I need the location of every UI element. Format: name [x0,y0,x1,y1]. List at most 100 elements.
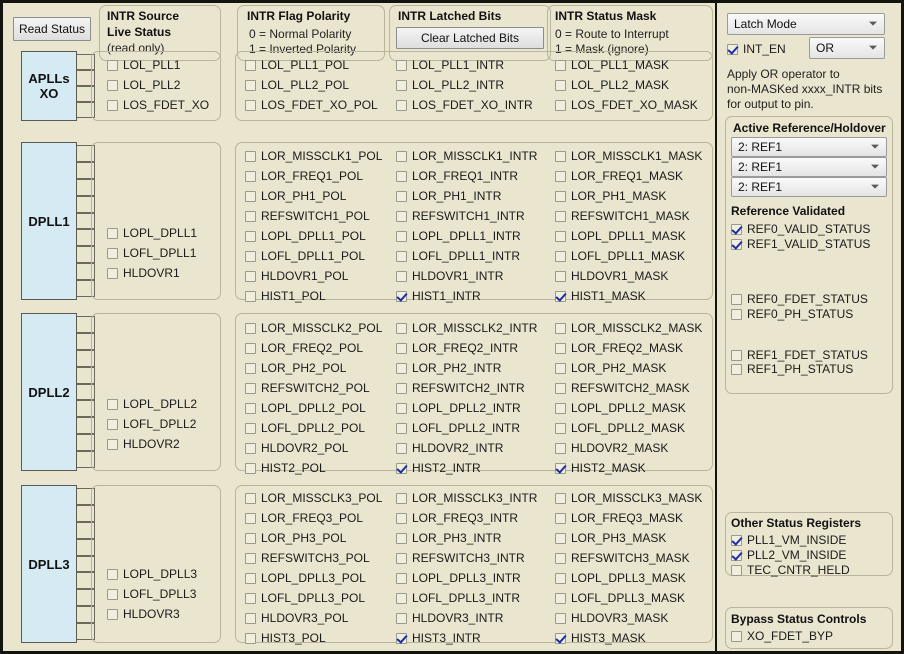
checkbox-mask-hist2-mask[interactable]: HIST2_MASK [555,460,646,476]
checkbox-intr-lol-pll2-intr[interactable]: LOL_PLL2_INTR [396,77,504,93]
checkbox-live-lol-pll2[interactable]: LOL_PLL2 [107,77,180,93]
checkbox-mask-hist1-mask[interactable]: HIST1_MASK [555,288,646,304]
checkbox-intr-hldovr3-intr[interactable]: HLDOVR3_INTR [396,610,503,626]
checkbox-ref1-valid-status[interactable]: REF1_VALID_STATUS [731,236,870,252]
checkbox-pol-lor-ph3-pol[interactable]: LOR_PH3_POL [245,530,346,546]
checkbox-mask-lor-missclk2-mask[interactable]: LOR_MISSCLK2_MASK [555,320,702,336]
checkbox-pol-lor-ph2-pol[interactable]: LOR_PH2_POL [245,360,346,376]
checkbox-pol-lofl-dpll2-pol[interactable]: LOFL_DPLL2_POL [245,420,365,436]
checkbox-mask-lopl-dpll1-mask[interactable]: LOPL_DPLL1_MASK [555,228,686,244]
checkbox-pol-refswitch1-pol[interactable]: REFSWITCH1_POL [245,208,370,224]
checkbox-live-hldovr2[interactable]: HLDOVR2 [107,436,180,452]
checkbox-pol-lopl-dpll2-pol[interactable]: LOPL_DPLL2_POL [245,400,366,416]
checkbox-intr-lor-missclk3-intr[interactable]: LOR_MISSCLK3_INTR [396,490,537,506]
checkbox-mask-lor-freq2-mask[interactable]: LOR_FREQ2_MASK [555,340,683,356]
read-status-button[interactable]: Read Status [13,17,91,41]
checkbox-pol-lor-missclk3-pol[interactable]: LOR_MISSCLK3_POL [245,490,382,506]
checkbox-mask-hldovr1-mask[interactable]: HLDOVR1_MASK [555,268,668,284]
checkbox-intr-hist1-intr[interactable]: HIST1_INTR [396,288,481,304]
checkbox-ref0-fdet-status[interactable]: REF0_FDET_STATUS [731,291,868,307]
checkbox-mask-refswitch2-mask[interactable]: REFSWITCH2_MASK [555,380,690,396]
checkbox-pol-hist2-pol[interactable]: HIST2_POL [245,460,326,476]
checkbox-pll1-vm-inside[interactable]: PLL1_VM_INSIDE [731,532,846,548]
checkbox-pol-lor-freq1-pol[interactable]: LOR_FREQ1_POL [245,168,363,184]
checkbox-intr-lor-ph3-intr[interactable]: LOR_PH3_INTR [396,530,501,546]
int-en-checkbox[interactable]: INT_EN [727,41,786,57]
checkbox-intr-lor-missclk2-intr[interactable]: LOR_MISSCLK2_INTR [396,320,537,336]
checkbox-live-lol-pll1[interactable]: LOL_PLL1 [107,57,180,73]
checkbox-intr-lopl-dpll2-intr[interactable]: LOPL_DPLL2_INTR [396,400,521,416]
checkbox-mask-hist3-mask[interactable]: HIST3_MASK [555,630,646,646]
checkbox-pol-hldovr1-pol[interactable]: HLDOVR1_POL [245,268,348,284]
checkbox-live-lofl-dpll3[interactable]: LOFL_DPLL3 [107,586,196,602]
checkbox-pol-hist1-pol[interactable]: HIST1_POL [245,288,326,304]
checkbox-ref0-valid-status[interactable]: REF0_VALID_STATUS [731,221,870,237]
checkbox-pol-lol-pll1-pol[interactable]: LOL_PLL1_POL [245,57,349,73]
checkbox-pol-hist3-pol[interactable]: HIST3_POL [245,630,326,646]
checkbox-ref1-ph-status[interactable]: REF1_PH_STATUS [731,361,853,377]
checkbox-mask-lofl-dpll1-mask[interactable]: LOFL_DPLL1_MASK [555,248,685,264]
operator-select[interactable]: OR [809,37,885,59]
active-reference-select-0[interactable]: 2: REF1 [731,137,887,157]
checkbox-mask-lol-pll1-mask[interactable]: LOL_PLL1_MASK [555,57,669,73]
checkbox-pol-hldovr2-pol[interactable]: HLDOVR2_POL [245,440,348,456]
checkbox-xo-fdet-byp[interactable]: XO_FDET_BYP [731,628,833,644]
checkbox-mask-lor-ph3-mask[interactable]: LOR_PH3_MASK [555,530,666,546]
checkbox-pol-lor-freq2-pol[interactable]: LOR_FREQ2_POL [245,340,363,356]
checkbox-pol-lol-pll2-pol[interactable]: LOL_PLL2_POL [245,77,349,93]
checkbox-live-hldovr1[interactable]: HLDOVR1 [107,265,180,281]
active-reference-select-2[interactable]: 2: REF1 [731,177,887,197]
checkbox-live-los-fdet-xo[interactable]: LOS_FDET_XO [107,97,209,113]
checkbox-mask-hldovr2-mask[interactable]: HLDOVR2_MASK [555,440,668,456]
checkbox-mask-lor-missclk1-mask[interactable]: LOR_MISSCLK1_MASK [555,148,702,164]
checkbox-live-hldovr3[interactable]: HLDOVR3 [107,606,180,622]
checkbox-mask-lofl-dpll2-mask[interactable]: LOFL_DPLL2_MASK [555,420,685,436]
checkbox-mask-lofl-dpll3-mask[interactable]: LOFL_DPLL3_MASK [555,590,685,606]
checkbox-pll2-vm-inside[interactable]: PLL2_VM_INSIDE [731,547,846,563]
checkbox-live-lopl-dpll2[interactable]: LOPL_DPLL2 [107,396,197,412]
checkbox-mask-lor-ph2-mask[interactable]: LOR_PH2_MASK [555,360,666,376]
checkbox-mask-lopl-dpll3-mask[interactable]: LOPL_DPLL3_MASK [555,570,686,586]
checkbox-intr-hldovr1-intr[interactable]: HLDOVR1_INTR [396,268,503,284]
checkbox-mask-lor-freq1-mask[interactable]: LOR_FREQ1_MASK [555,168,683,184]
checkbox-pol-refswitch2-pol[interactable]: REFSWITCH2_POL [245,380,370,396]
checkbox-mask-lor-missclk3-mask[interactable]: LOR_MISSCLK3_MASK [555,490,702,506]
checkbox-tec-cntr-held[interactable]: TEC_CNTR_HELD [731,562,850,578]
checkbox-pol-lopl-dpll3-pol[interactable]: LOPL_DPLL3_POL [245,570,366,586]
checkbox-mask-los-fdet-xo-mask[interactable]: LOS_FDET_XO_MASK [555,97,698,113]
checkbox-intr-los-fdet-xo-intr[interactable]: LOS_FDET_XO_INTR [396,97,533,113]
checkbox-pol-lofl-dpll3-pol[interactable]: LOFL_DPLL3_POL [245,590,365,606]
checkbox-intr-lor-ph1-intr[interactable]: LOR_PH1_INTR [396,188,501,204]
checkbox-intr-hist3-intr[interactable]: HIST3_INTR [396,630,481,646]
checkbox-mask-lor-ph1-mask[interactable]: LOR_PH1_MASK [555,188,666,204]
checkbox-intr-lor-missclk1-intr[interactable]: LOR_MISSCLK1_INTR [396,148,537,164]
checkbox-intr-lopl-dpll1-intr[interactable]: LOPL_DPLL1_INTR [396,228,521,244]
checkbox-pol-hldovr3-pol[interactable]: HLDOVR3_POL [245,610,348,626]
checkbox-intr-hldovr2-intr[interactable]: HLDOVR2_INTR [396,440,503,456]
checkbox-pol-lofl-dpll1-pol[interactable]: LOFL_DPLL1_POL [245,248,365,264]
checkbox-intr-hist2-intr[interactable]: HIST2_INTR [396,460,481,476]
checkbox-live-lofl-dpll2[interactable]: LOFL_DPLL2 [107,416,196,432]
checkbox-pol-lor-missclk1-pol[interactable]: LOR_MISSCLK1_POL [245,148,382,164]
checkbox-live-lopl-dpll3[interactable]: LOPL_DPLL3 [107,566,197,582]
checkbox-ref0-ph-status[interactable]: REF0_PH_STATUS [731,306,853,322]
checkbox-intr-lor-ph2-intr[interactable]: LOR_PH2_INTR [396,360,501,376]
checkbox-intr-refswitch2-intr[interactable]: REFSWITCH2_INTR [396,380,525,396]
checkbox-pol-lor-ph1-pol[interactable]: LOR_PH1_POL [245,188,346,204]
checkbox-pol-lor-missclk2-pol[interactable]: LOR_MISSCLK2_POL [245,320,382,336]
checkbox-pol-lor-freq3-pol[interactable]: LOR_FREQ3_POL [245,510,363,526]
checkbox-intr-refswitch1-intr[interactable]: REFSWITCH1_INTR [396,208,525,224]
active-reference-select-1[interactable]: 2: REF1 [731,157,887,177]
checkbox-intr-lofl-dpll1-intr[interactable]: LOFL_DPLL1_INTR [396,248,520,264]
checkbox-intr-lofl-dpll2-intr[interactable]: LOFL_DPLL2_INTR [396,420,520,436]
checkbox-intr-lol-pll1-intr[interactable]: LOL_PLL1_INTR [396,57,504,73]
checkbox-intr-lor-freq1-intr[interactable]: LOR_FREQ1_INTR [396,168,518,184]
checkbox-live-lopl-dpll1[interactable]: LOPL_DPLL1 [107,225,197,241]
checkbox-pol-refswitch3-pol[interactable]: REFSWITCH3_POL [245,550,370,566]
checkbox-intr-lor-freq2-intr[interactable]: LOR_FREQ2_INTR [396,340,518,356]
checkbox-live-lofl-dpll1[interactable]: LOFL_DPLL1 [107,245,196,261]
checkbox-mask-refswitch1-mask[interactable]: REFSWITCH1_MASK [555,208,690,224]
latch-mode-select[interactable]: Latch Mode [727,13,885,35]
checkbox-intr-lor-freq3-intr[interactable]: LOR_FREQ3_INTR [396,510,518,526]
checkbox-intr-lofl-dpll3-intr[interactable]: LOFL_DPLL3_INTR [396,590,520,606]
